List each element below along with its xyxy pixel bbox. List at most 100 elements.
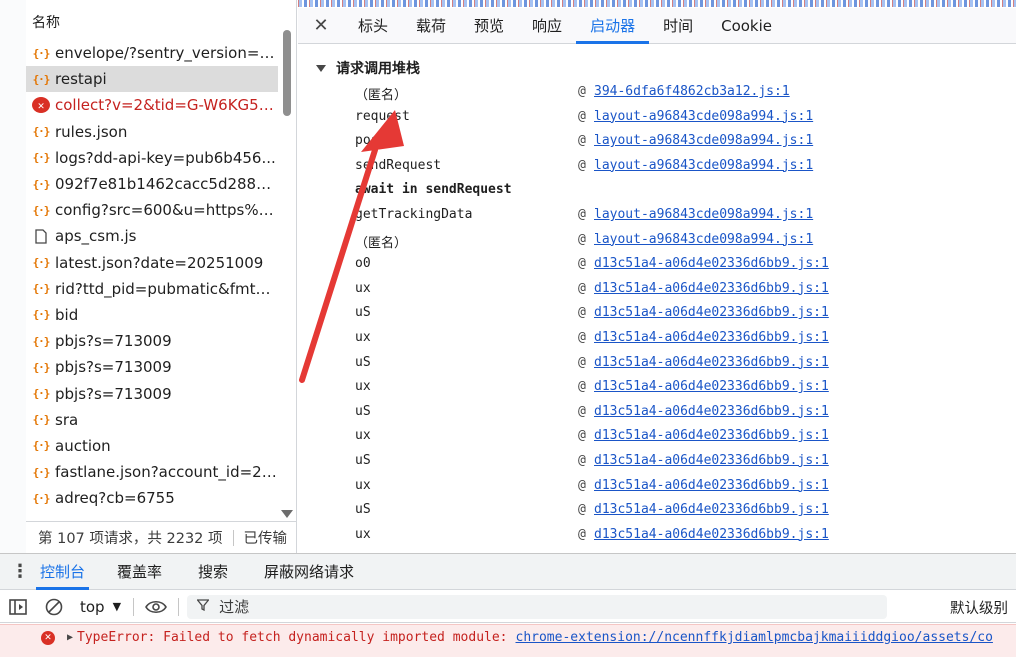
request-row[interactable]: {·} restapi (26, 66, 278, 93)
request-name: restapi (55, 70, 107, 89)
tab-5[interactable]: 时间 (649, 8, 707, 43)
at-sign: @ (578, 403, 586, 419)
source-location-link[interactable]: d13c51a4-a06d4e02336d6bb9.js:1 (594, 281, 829, 296)
request-row[interactable]: {·} adreq?cb=6755 (26, 485, 278, 511)
sidebar-toggle-icon[interactable] (0, 591, 36, 623)
source-location-link[interactable]: layout-a96843cde098a994.js:1 (594, 207, 813, 222)
at-sign: @ (578, 231, 586, 247)
scrollbar-thumb[interactable] (283, 30, 291, 116)
function-name: （匿名） (355, 235, 408, 251)
stack-frame-row: （匿名） @394-6dfa6f4862cb3a12.js:1 (298, 80, 1016, 105)
request-name: bid (55, 305, 79, 324)
request-row[interactable]: {·} envelope/?sentry_version=7... (26, 40, 278, 66)
stack-frame-row: ux @ d13c51a4-a06d4e02336d6bb9.js:1 (298, 375, 1016, 400)
function-name: ux (355, 428, 371, 444)
source-location-link[interactable]: layout-a96843cde098a994.js:1 (594, 133, 813, 148)
request-name: config?src=600&u=https%3... (55, 201, 278, 220)
stack-frame-row: uS @ d13c51a4-a06d4e02336d6bb9.js:1 (298, 449, 1016, 474)
tab-3[interactable]: 响应 (518, 8, 576, 43)
source-location-link[interactable]: 394-6dfa6f4862cb3a12.js:1 (594, 84, 790, 99)
filter-input[interactable]: 过滤 (187, 594, 888, 619)
source-location-link[interactable]: d13c51a4-a06d4e02336d6bb9.js:1 (594, 256, 829, 271)
stack-frame-row: uS @ d13c51a4-a06d4e02336d6bb9.js:1 (298, 400, 1016, 425)
close-icon[interactable]: ✕ (298, 8, 344, 43)
tab-6[interactable]: Cookie (707, 8, 786, 43)
stack-frame-row: post @ layout-a96843cde098a994.js:1 (298, 129, 1016, 154)
tab-2[interactable]: 预览 (460, 8, 518, 43)
source-location-link[interactable]: layout-a96843cde098a994.js:1 (594, 109, 813, 124)
stack-frame-row: ux @ d13c51a4-a06d4e02336d6bb9.js:1 (298, 424, 1016, 449)
stack-frame-row: ux @ d13c51a4-a06d4e02336d6bb9.js:1 (298, 277, 1016, 302)
request-row[interactable]: {·} rules.json (26, 119, 278, 145)
tab-1[interactable]: 载荷 (402, 8, 460, 43)
source-location-link[interactable]: d13c51a4-a06d4e02336d6bb9.js:1 (594, 527, 829, 542)
source-location-link[interactable]: d13c51a4-a06d4e02336d6bb9.js:1 (594, 404, 829, 419)
tab-0[interactable]: 标头 (344, 8, 402, 43)
drawer-tab-1[interactable]: 覆盖率 (99, 554, 180, 589)
request-row[interactable]: {·} bid (26, 302, 278, 328)
request-row[interactable]: {·} pbjs?s=713009 (26, 354, 278, 380)
source-location-link[interactable]: d13c51a4-a06d4e02336d6bb9.js:1 (594, 305, 829, 320)
devtools-window: 名称 {·} envelope/?sentry_version=7... {·} re… (0, 0, 1016, 657)
expand-triangle-icon[interactable]: ▶ (67, 632, 73, 643)
error-source-link[interactable]: chrome-extension://ncennffkjdiamlpmcbajk… (516, 630, 993, 645)
request-row[interactable]: {·} rid?ttd_pid=pubmatic&fmt=... (26, 276, 278, 302)
request-name: collect?v=2&tid=G-W6KG51... (55, 96, 278, 115)
name-column-header[interactable]: 名称 (32, 12, 60, 32)
drawer-tab-bar: ⋮ 控制台 覆盖率 搜索 屏蔽网络请求 (0, 554, 1016, 590)
request-name: pbjs?s=713009 (55, 332, 172, 351)
log-levels-dropdown[interactable]: 默认级别 (950, 597, 1008, 618)
function-name: ux (355, 526, 371, 542)
request-name: sra (55, 410, 79, 429)
drawer-tab-2[interactable]: 搜索 (180, 554, 246, 589)
live-expression-eye-icon[interactable] (138, 591, 174, 623)
source-location-link[interactable]: layout-a96843cde098a994.js:1 (594, 232, 813, 247)
source-location-link[interactable]: d13c51a4-a06d4e02336d6bb9.js:1 (594, 502, 829, 517)
request-row[interactable]: ✕ collect?v=2&tid=G-W6KG51... (26, 92, 278, 118)
clear-console-icon[interactable] (36, 591, 72, 623)
source-location-link[interactable]: d13c51a4-a06d4e02336d6bb9.js:1 (594, 478, 829, 493)
source-location-link[interactable]: d13c51a4-a06d4e02336d6bb9.js:1 (594, 330, 829, 345)
function-name: （匿名） (355, 88, 408, 103)
function-name: uS (355, 305, 371, 321)
request-row[interactable]: {·} pbjs?s=713009 (26, 380, 278, 406)
at-sign: @ (578, 305, 586, 321)
source-location-link[interactable]: d13c51a4-a06d4e02336d6bb9.js:1 (594, 428, 829, 443)
fetch-braces-icon: {·} (32, 177, 51, 191)
requests-header[interactable]: 名称 (26, 0, 296, 40)
request-name: pbjs?s=713009 (55, 358, 172, 377)
function-name: ux (355, 477, 371, 493)
drawer-tab-0[interactable]: 控制台 (6, 554, 99, 590)
request-row[interactable]: {·} pbjs?s=713009 (26, 328, 278, 354)
request-row[interactable]: {·} fastlane.json?account_id=20... (26, 459, 278, 485)
request-row[interactable]: {·} 092f7e81b1462cacc5d28877... (26, 171, 278, 197)
tab-4[interactable]: 启动器 (576, 8, 650, 44)
request-row[interactable]: {·} latest.json?date=20251009 (26, 250, 278, 276)
request-row[interactable]: aps_csm.js (26, 223, 278, 249)
scroll-down-arrow-icon[interactable] (281, 510, 293, 518)
request-row[interactable]: {·} sra (26, 407, 278, 433)
console-error-message[interactable]: ✕ ▶ TypeError: Failed to fetch dynamical… (0, 624, 1016, 650)
fetch-braces-icon: {·} (32, 387, 51, 401)
requests-status-bar: 第 107 项请求，共 2232 项 已传输 (26, 521, 296, 553)
request-name: rid?ttd_pid=pubmatic&fmt=... (55, 279, 278, 298)
request-row[interactable]: {·} logs?dd-api-key=pub6b456... (26, 145, 278, 171)
source-location-link[interactable]: layout-a96843cde098a994.js:1 (594, 158, 813, 173)
request-list-scrollbar[interactable] (280, 30, 293, 518)
request-row[interactable]: {·} config?src=600&u=https%3... (26, 197, 278, 223)
context-selector[interactable]: top ▼ (72, 598, 129, 616)
request-count-text: 第 107 项请求，共 2232 项 (38, 531, 223, 547)
toolbar-divider (178, 597, 180, 616)
source-location-link[interactable]: d13c51a4-a06d4e02336d6bb9.js:1 (594, 355, 829, 370)
source-location-link[interactable]: d13c51a4-a06d4e02336d6bb9.js:1 (594, 379, 829, 394)
console-error-message-next (0, 650, 1016, 657)
stack-frame-row: request @ layout-a96843cde098a994.js:1 (298, 105, 1016, 130)
request-row[interactable]: {·} auction (26, 433, 278, 459)
call-stack-section-header[interactable]: 请求调用堆栈 (316, 58, 420, 78)
at-sign: @ (578, 280, 586, 296)
drawer-tab-3[interactable]: 屏蔽网络请求 (246, 554, 372, 589)
async-boundary-row: await in sendRequest (298, 178, 1016, 203)
collapse-triangle-icon[interactable] (316, 64, 326, 72)
source-location-link[interactable]: d13c51a4-a06d4e02336d6bb9.js:1 (594, 453, 829, 468)
fetch-braces-icon: {·} (32, 413, 51, 427)
